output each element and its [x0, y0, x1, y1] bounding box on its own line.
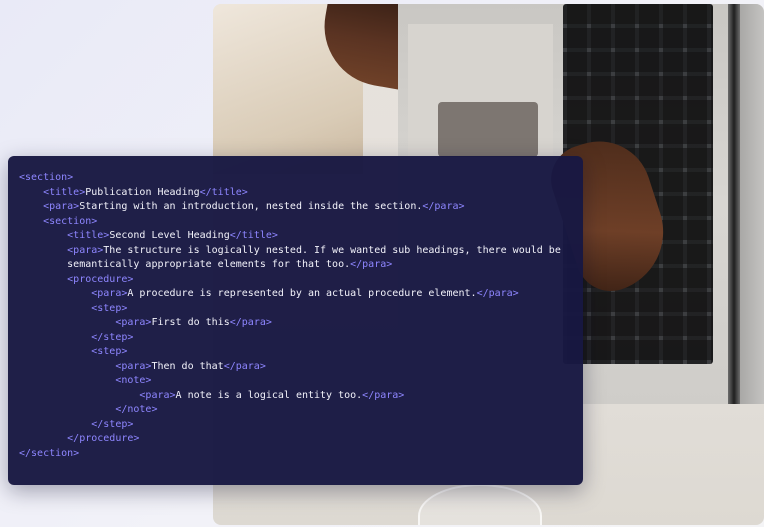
code-open-tag: <step>	[91, 346, 128, 357]
code-close-tag: </title>	[199, 186, 248, 198]
code-open-tag: <para>	[67, 244, 104, 256]
code-line: semantically appropriate elements for th…	[19, 258, 561, 273]
code-line: <para>Starting with an introduction, nes…	[19, 200, 561, 215]
code-line: </procedure>	[19, 432, 561, 447]
code-open-tag: </procedure>	[67, 433, 140, 444]
xml-code-panel: <section> <title>Publication Heading</tit…	[8, 156, 583, 485]
code-line: <step>	[19, 302, 561, 317]
code-line: <section>	[19, 171, 561, 186]
code-text: Second Level Heading	[109, 230, 230, 241]
code-close-tag: </para>	[223, 360, 266, 372]
code-text: A note is a logical entity too.	[175, 389, 363, 401]
code-text: The structure is logically nested. If we…	[103, 244, 561, 256]
code-open-tag: <title>	[67, 230, 110, 241]
code-open-tag: <para>	[139, 389, 176, 401]
code-line: </step>	[19, 418, 561, 433]
code-close-tag: </para>	[350, 259, 393, 270]
code-text: A procedure is represented by an actual …	[127, 288, 477, 299]
code-line: <para>Then do that</para>	[19, 360, 561, 375]
code-open-tag: <para>	[115, 317, 152, 328]
code-open-tag: <step>	[91, 302, 128, 314]
code-line: </section>	[19, 447, 561, 462]
code-open-tag: <para>	[43, 201, 80, 212]
code-line: </step>	[19, 331, 561, 346]
code-close-tag: </para>	[229, 317, 272, 328]
code-line: <title>Publication Heading</title>	[19, 186, 561, 201]
code-line: <para>A note is a logical entity too.</p…	[19, 389, 561, 404]
code-close-tag: </para>	[422, 201, 465, 212]
laptop-hinge	[728, 4, 740, 404]
code-line: <para>First do this</para>	[19, 316, 561, 331]
code-line: <section>	[19, 215, 561, 230]
code-line: <para>The structure is logically nested.…	[19, 244, 561, 259]
code-open-tag: <para>	[91, 288, 128, 299]
code-text: semantically appropriate elements for th…	[67, 259, 351, 270]
laptop-screen-edge	[740, 4, 764, 404]
code-open-tag: <section>	[19, 172, 74, 183]
code-line: <para>A procedure is represented by an a…	[19, 287, 561, 302]
code-line: <step>	[19, 345, 561, 360]
code-line: <note>	[19, 374, 561, 389]
code-line: </note>	[19, 403, 561, 418]
code-text: First do this	[151, 317, 230, 328]
code-open-tag: <section>	[43, 215, 98, 227]
code-close-tag: </para>	[476, 288, 519, 299]
code-text: Then do that	[151, 360, 224, 372]
code-line: <title>Second Level Heading</title>	[19, 229, 561, 244]
water-glass	[418, 484, 542, 525]
code-open-tag: <procedure>	[67, 273, 134, 285]
xml-code-block: <section> <title>Publication Heading</tit…	[19, 171, 561, 461]
code-open-tag: <para>	[115, 360, 152, 372]
code-line: <procedure>	[19, 273, 561, 288]
code-open-tag: <title>	[43, 186, 86, 198]
code-open-tag: </note>	[115, 404, 158, 415]
code-open-tag: </step>	[91, 418, 134, 430]
code-open-tag: <note>	[115, 375, 152, 386]
code-text: Publication Heading	[85, 186, 200, 198]
code-close-tag: </para>	[362, 389, 405, 401]
code-text: Starting with an introduction, nested in…	[79, 201, 423, 212]
laptop-trackpad	[438, 102, 538, 157]
code-open-tag: </section>	[19, 447, 80, 459]
code-open-tag: </step>	[91, 331, 134, 343]
code-close-tag: </title>	[229, 230, 278, 241]
